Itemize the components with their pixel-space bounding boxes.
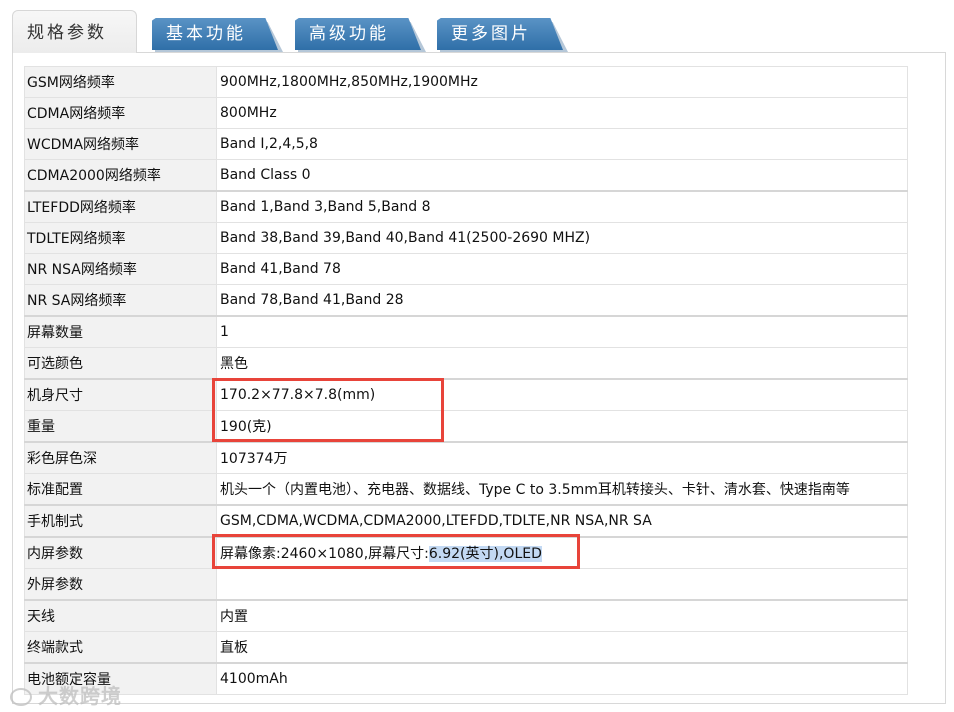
spec-value: Band 1,Band 3,Band 5,Band 8	[216, 190, 908, 223]
spec-value: 机头一个（内置电池）、充电器、数据线、Type C to 3.5mm耳机转接头、…	[216, 473, 908, 506]
spec-value: Band 41,Band 78	[216, 253, 908, 285]
spec-value: GSM,CDMA,WCDMA,CDMA2000,LTEFDD,TDLTE,NR …	[216, 504, 908, 538]
spec-tab-bar: 规格参数 基本功能 高级功能 更多图片	[0, 0, 954, 53]
spec-key: 重量	[24, 410, 217, 443]
spec-value: 4100mAh	[216, 662, 908, 695]
spec-key: 标准配置	[24, 473, 217, 506]
spec-key: 可选颜色	[24, 347, 217, 380]
table-row: 终端款式 直板	[24, 631, 908, 664]
spec-value: 170.2×77.8×7.8(mm)	[216, 378, 908, 411]
table-row: 彩色屏色深 107374万	[24, 441, 908, 474]
spec-value	[216, 568, 908, 601]
table-row: NR SA网络频率 Band 78,Band 41,Band 28	[24, 284, 908, 317]
table-row: TDLTE网络频率 Band 38,Band 39,Band 40,Band 4…	[24, 222, 908, 254]
table-row: 天线 内置	[24, 599, 908, 632]
table-row: 标准配置 机头一个（内置电池）、充电器、数据线、Type C to 3.5mm耳…	[24, 473, 908, 506]
spec-value: 内置	[216, 599, 908, 632]
spec-value: Band Class 0	[216, 159, 908, 192]
spec-key: 天线	[24, 599, 217, 632]
spec-value: 190(克)	[216, 410, 908, 443]
selected-text[interactable]: 6.92(英寸),OLED	[428, 546, 542, 562]
watermark-logo-icon	[10, 688, 32, 706]
watermark: 大数跨境	[10, 680, 122, 709]
table-row: 重量 190(克)	[24, 410, 908, 443]
spec-value: 107374万	[216, 441, 908, 474]
spec-key: 终端款式	[24, 631, 217, 664]
spec-key: 彩色屏色深	[24, 441, 217, 474]
table-row: 外屏参数	[24, 568, 908, 601]
spec-key: GSM网络频率	[24, 66, 217, 98]
tab-specs[interactable]: 规格参数	[12, 10, 137, 53]
table-row: NR NSA网络频率 Band 41,Band 78	[24, 253, 908, 285]
table-row: LTEFDD网络频率 Band 1,Band 3,Band 5,Band 8	[24, 190, 908, 223]
spec-value: Band Ⅰ,2,4,5,8	[216, 128, 908, 160]
table-row: 机身尺寸 170.2×77.8×7.8(mm)	[24, 378, 908, 411]
spec-key: 屏幕数量	[24, 315, 217, 348]
tab-basic-functions[interactable]: 基本功能	[152, 18, 278, 50]
table-row: 屏幕数量 1	[24, 315, 908, 348]
spec-value: 800MHz	[216, 97, 908, 129]
table-row: 电池额定容量 4100mAh	[24, 662, 908, 695]
spec-key: CDMA2000网络频率	[24, 159, 217, 192]
spec-value: 黑色	[216, 347, 908, 380]
table-row: WCDMA网络频率 Band Ⅰ,2,4,5,8	[24, 128, 908, 160]
watermark-text: 大数跨境	[38, 684, 122, 708]
spec-value: 直板	[216, 631, 908, 664]
spec-value: 屏幕像素:2460×1080,屏幕尺寸:6.92(英寸),OLED	[216, 536, 908, 569]
tab-more-images[interactable]: 更多图片	[437, 18, 563, 50]
spec-key: 内屏参数	[24, 536, 217, 569]
spec-value: Band 78,Band 41,Band 28	[216, 284, 908, 317]
spec-key: 手机制式	[24, 504, 217, 538]
spec-key: LTEFDD网络频率	[24, 190, 217, 223]
spec-key: NR NSA网络频率	[24, 253, 217, 285]
table-row: GSM网络频率 900MHz,1800MHz,850MHz,1900MHz	[24, 66, 908, 98]
table-row: CDMA2000网络频率 Band Class 0	[24, 159, 908, 192]
spec-value: Band 38,Band 39,Band 40,Band 41(2500-269…	[216, 222, 908, 254]
table-row: CDMA网络频率 800MHz	[24, 97, 908, 129]
spec-key: CDMA网络频率	[24, 97, 217, 129]
spec-key: NR SA网络频率	[24, 284, 217, 317]
table-row: 可选颜色 黑色	[24, 347, 908, 380]
spec-key: WCDMA网络频率	[24, 128, 217, 160]
tab-advanced-functions[interactable]: 高级功能	[295, 18, 421, 50]
spec-key: 外屏参数	[24, 568, 217, 601]
spec-value-text: 屏幕像素:2460×1080,屏幕尺寸:	[220, 546, 429, 562]
spec-key: 机身尺寸	[24, 378, 217, 411]
spec-value: 1	[216, 315, 908, 348]
table-row: 手机制式 GSM,CDMA,WCDMA,CDMA2000,LTEFDD,TDLT…	[24, 504, 908, 538]
spec-value: 900MHz,1800MHz,850MHz,1900MHz	[216, 66, 908, 98]
spec-key: TDLTE网络频率	[24, 222, 217, 254]
table-row: 内屏参数 屏幕像素:2460×1080,屏幕尺寸:6.92(英寸),OLED	[24, 536, 908, 569]
spec-table: GSM网络频率 900MHz,1800MHz,850MHz,1900MHz CD…	[24, 66, 908, 695]
